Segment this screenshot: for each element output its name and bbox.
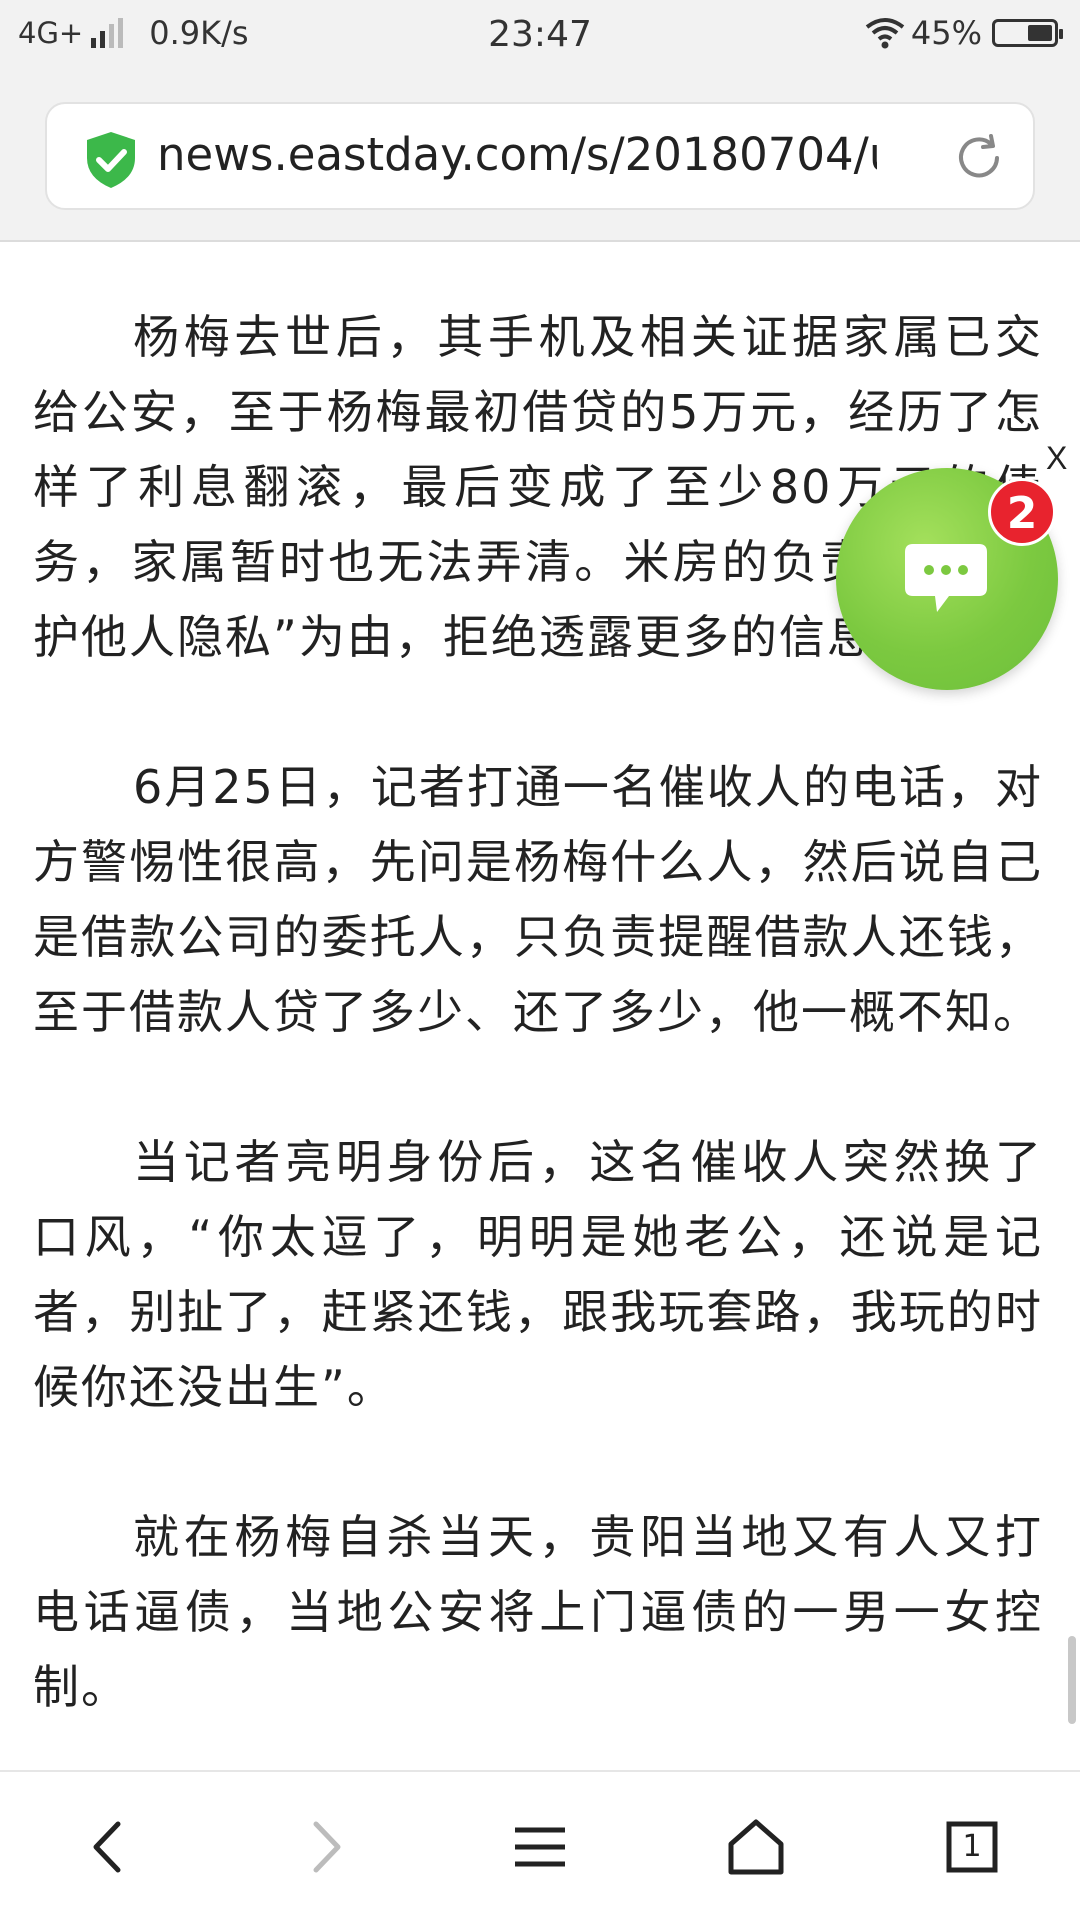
home-button[interactable] (721, 1812, 791, 1882)
chat-float-button[interactable]: 2 (836, 468, 1058, 690)
chevron-left-icon (93, 1821, 121, 1873)
scrollbar[interactable] (1068, 1636, 1076, 1724)
reload-icon[interactable] (953, 132, 1005, 184)
wifi-icon (865, 18, 905, 49)
tab-count: 1 (962, 1829, 982, 1864)
url-bar[interactable]: news.eastday.com/s/20180704/u⋯ (45, 102, 1035, 210)
forward-button[interactable] (290, 1812, 360, 1882)
bottom-navigation: 1 (0, 1770, 1080, 1920)
url-text[interactable]: news.eastday.com/s/20180704/u⋯ (157, 128, 877, 181)
status-bar: 4G+ 0.9K/s 23:47 45% (0, 0, 1080, 76)
home-icon (728, 1819, 784, 1875)
article-paragraph: 6月25日，记者打通一名催收人的电话，对方警惕性很高，先问是杨梅什么人，然后说自… (33, 760, 1043, 1039)
chat-bubble-icon (905, 544, 987, 612)
notification-badge: 2 (988, 478, 1056, 546)
back-button[interactable] (74, 1812, 144, 1882)
article-paragraph: 就在杨梅自杀当天，贵阳当地又有人又打电话逼债，当地公安将上门逼债的一男一女控制。 (33, 1510, 1043, 1714)
article-paragraph: 当记者亮明身份后，这名催收人突然换了口风，“你太逗了，明明是她老公，还说是记者，… (33, 1135, 1043, 1414)
tabs-button[interactable]: 1 (937, 1812, 1007, 1882)
battery-fill (1027, 25, 1052, 41)
menu-icon (515, 1827, 565, 1867)
battery-percent: 45% (910, 14, 982, 52)
menu-button[interactable] (505, 1812, 575, 1882)
chevron-right-icon (313, 1821, 341, 1873)
secure-shield-icon (87, 132, 135, 188)
battery-icon (992, 19, 1063, 47)
browser-toolbar: news.eastday.com/s/20180704/u⋯ (0, 76, 1080, 242)
status-right: 45% (865, 14, 1063, 52)
